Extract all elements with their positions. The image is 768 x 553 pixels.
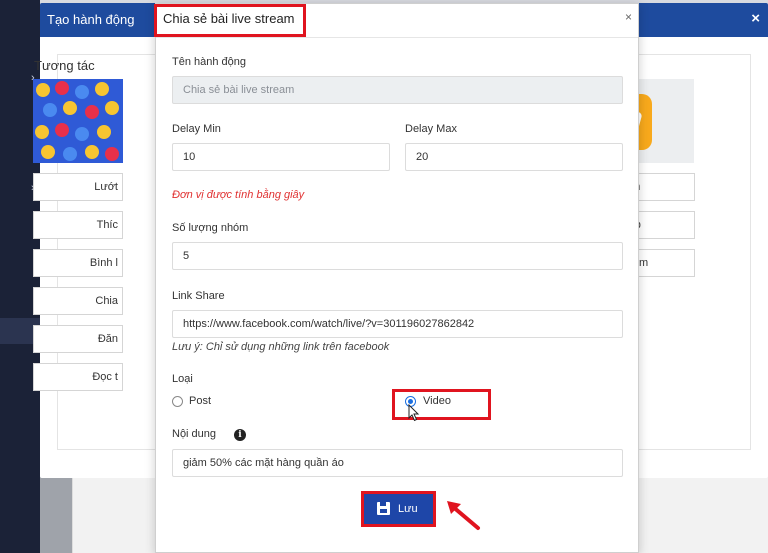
haha-emoji-icon [41,145,55,159]
option-left-6[interactable]: Đọc t [33,363,123,391]
save-button-label: Lưu [398,503,418,515]
floppy-disk-icon [377,502,390,515]
type-post-radio[interactable] [172,396,183,407]
love-emoji-icon [55,81,69,95]
delay-min-field[interactable] [172,143,390,171]
create-action-dialog-title: Tạo hành động [47,12,135,27]
save-button[interactable]: Lưu [364,494,433,524]
type-video-label: Video [423,395,451,407]
option-left-4[interactable]: Chia [33,287,123,315]
sad-emoji-icon [105,101,119,115]
like-emoji-icon [75,85,89,99]
wow-emoji-icon [85,145,99,159]
option-left-2[interactable]: Thíc [33,211,123,239]
reactions-thumbnail[interactable] [33,79,123,163]
love-emoji-icon [85,105,99,119]
link-share-note: Lưu ý: Chỉ sử dụng những link trên faceb… [172,341,390,353]
haha-emoji-icon [63,101,77,115]
interaction-section-label: Tương tác [34,58,95,73]
like-emoji-icon [63,147,77,161]
link-share-label: Link Share [172,290,225,302]
love-emoji-icon [105,147,119,161]
wow-emoji-icon [35,125,49,139]
modal-title: Chia sẻ bài live stream [163,11,295,26]
like-emoji-icon [75,127,89,141]
type-post-label: Post [189,395,212,407]
option-left-3[interactable]: Bình l [33,249,123,277]
modal-close-icon[interactable]: × [625,10,632,24]
create-action-dialog-close-icon[interactable]: × [751,10,760,27]
share-livestream-modal: Chia sẻ bài live stream × Tên hành động … [154,3,639,553]
info-icon[interactable]: i [234,429,246,441]
content-field[interactable] [172,449,623,477]
red-arrow-icon [447,501,480,530]
delay-max-field[interactable] [405,143,623,171]
group-count-field[interactable] [172,242,623,270]
mouse-cursor-icon [408,404,420,422]
option-left-5[interactable]: Đăn [33,325,123,353]
link-share-field[interactable] [172,310,623,338]
action-name-label: Tên hành động [172,56,247,68]
group-count-label: Số lượng nhóm [172,222,249,234]
love-emoji-icon [55,123,69,137]
delay-min-label: Delay Min [172,123,221,135]
type-label: Loại [172,373,193,385]
delay-unit-note: Đơn vị được tính bằng giây [172,189,305,201]
content-label: Nội dung [172,428,217,440]
action-name-field [172,76,623,104]
haha-emoji-icon [36,83,50,97]
haha-emoji-icon [97,125,111,139]
delay-max-label: Delay Max [405,123,457,135]
like-emoji-icon [43,103,57,117]
modal-header: Chia sẻ bài live stream × [154,4,638,38]
wow-emoji-icon [95,82,109,96]
option-left-1[interactable]: Lướt [33,173,123,201]
